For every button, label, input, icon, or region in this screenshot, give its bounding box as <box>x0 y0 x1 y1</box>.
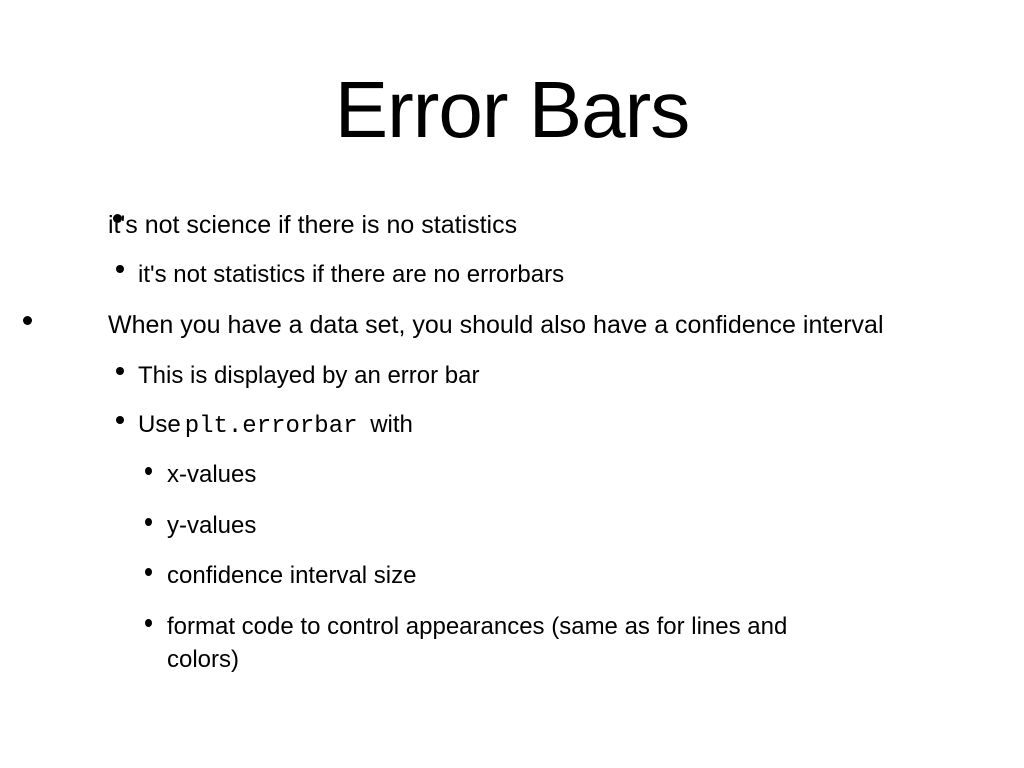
bullet-item: confidence interval size <box>167 562 417 589</box>
bullet-icon <box>145 467 152 475</box>
bullet-item: format code to control appearances (same… <box>167 613 788 640</box>
bullet-suffix: with <box>370 411 413 438</box>
bullet-icon <box>23 316 32 325</box>
bullet-item: y-values <box>167 512 257 539</box>
bullet-icon <box>145 568 152 576</box>
bullet-icon <box>145 619 152 627</box>
bullet-item: x-values <box>167 461 257 488</box>
bullet-icon <box>116 367 124 375</box>
code-snippet: plt.errorbar <box>184 413 358 440</box>
bullet-icon <box>116 265 124 273</box>
bullet-item: it's not science if there is no statisti… <box>108 211 518 239</box>
bullet-item: This is displayed by an error bar <box>138 362 480 389</box>
bullet-item-continuation: colors) <box>167 646 240 673</box>
bullet-icon <box>116 416 124 424</box>
bullet-prefix: Use <box>138 411 181 438</box>
bullet-icon <box>145 518 152 526</box>
bullet-item: When you have a data set, you should als… <box>108 311 884 339</box>
bullet-item-code: Use plt.errorbar with <box>138 410 413 441</box>
slide-title: Error Bars <box>334 65 691 154</box>
bullet-item: it's not statistics if there are no erro… <box>138 261 565 288</box>
